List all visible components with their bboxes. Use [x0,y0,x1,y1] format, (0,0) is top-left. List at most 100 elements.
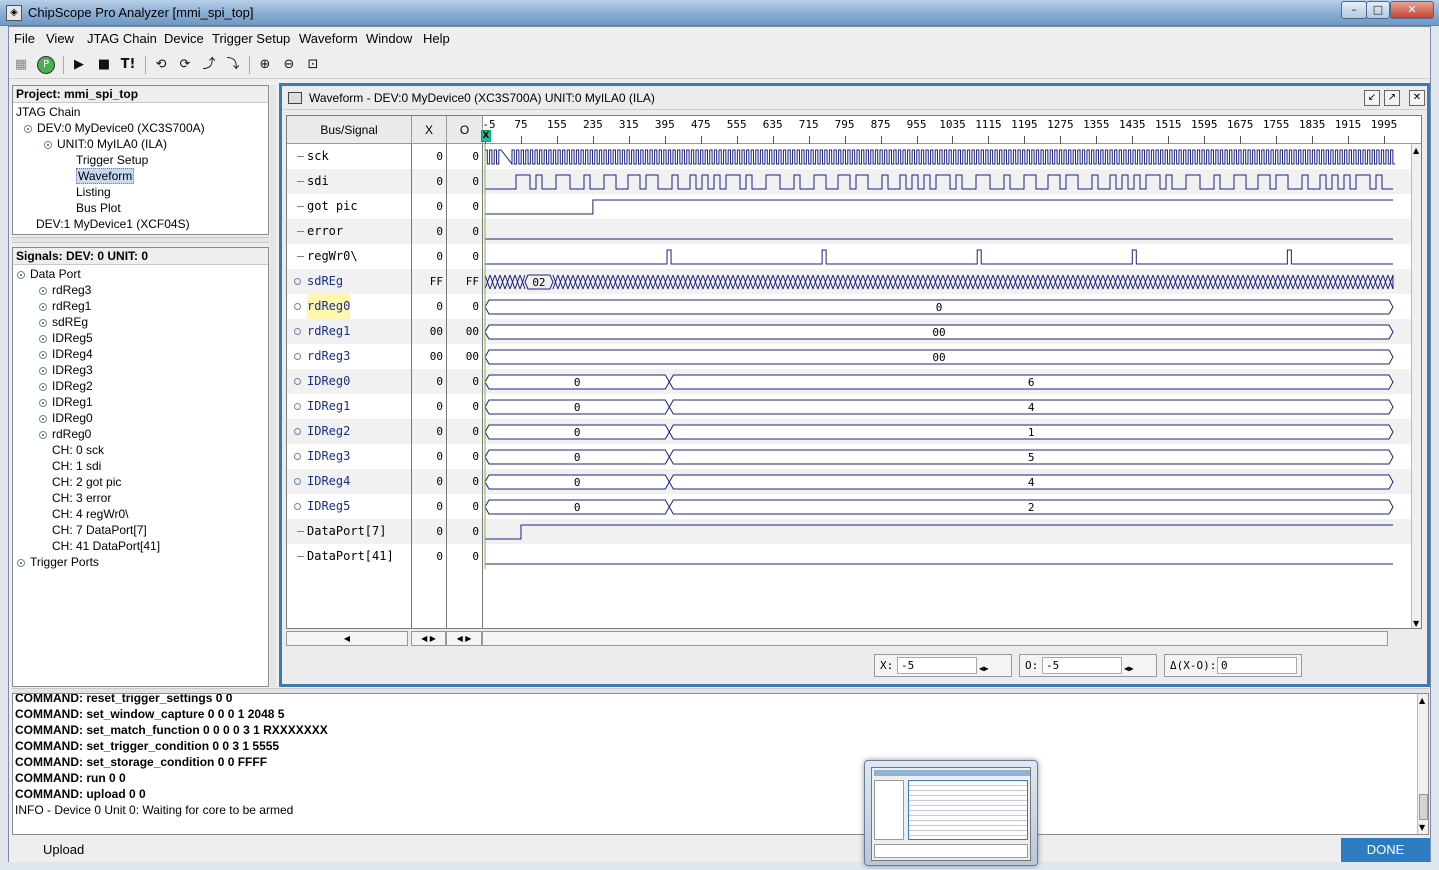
zoom-out-icon[interactable]: ⊖ [279,55,299,75]
scroll-down-icon[interactable]: ▼ [1413,619,1419,628]
menu-window[interactable]: Window [366,31,412,46]
chipscope-app-icon[interactable]: ◈ [6,5,22,21]
tree-expand-icon[interactable] [44,140,52,149]
zoom-fit-icon[interactable]: ⊡ [303,55,323,75]
o-horizontal-scrollbar[interactable]: ◀ ▶ [446,631,482,646]
signal-name-regwr0[interactable]: regWr0\ [307,244,358,269]
signal-name-idreg4[interactable]: IDReg4 [307,469,350,494]
signal-name-rdreg0[interactable]: rdReg0 [307,294,351,319]
scroll-up-icon[interactable]: ▲ [1413,146,1419,155]
name-horizontal-scrollbar[interactable]: ◀ [286,631,408,646]
horizontal-splitter[interactable] [12,237,269,243]
minimize-internal-icon[interactable]: ↙ [1364,90,1380,106]
signal-tree-item-ch-0-sck[interactable]: CH: 0 sck [52,443,104,458]
o-column-header[interactable]: O [447,116,483,144]
signal-name-sck[interactable]: sck [307,144,329,169]
tree-expand-icon[interactable] [24,124,32,133]
signal-name-idreg1[interactable]: IDReg1 [307,394,350,419]
tree-expand-icon[interactable] [39,350,47,359]
console-scroll-down-icon[interactable]: ▼ [1419,823,1425,832]
tree-expand-icon[interactable] [39,334,47,343]
nav-prev-icon[interactable]: ⟲ [151,55,171,75]
signal-tree-item-trigger-ports[interactable]: Trigger Ports [17,555,99,570]
trigger-immediate-icon[interactable]: T! [118,55,138,75]
bus-expand-icon[interactable] [294,353,301,360]
signal-name-got-pic[interactable]: got pic [307,194,358,219]
signal-tree-item-idreg4[interactable]: IDReg4 [39,347,93,362]
signal-name-sdreg[interactable]: sdREg [307,269,343,294]
nav-next-icon[interactable]: ⟳ [175,55,195,75]
maximize-button[interactable]: □ [1366,1,1390,19]
signal-name-idreg5[interactable]: IDReg5 [307,494,350,519]
signal-tree-item-idreg0[interactable]: IDReg0 [39,411,93,426]
menu-help[interactable]: Help [423,31,450,46]
nav-down-icon[interactable]: ⤵ [223,55,243,75]
tree-expand-icon[interactable] [39,302,47,311]
nav-up-icon[interactable]: ⤴ [199,55,219,75]
signal-tree-item-data-port[interactable]: Data Port [17,267,81,282]
waveform-canvas[interactable]: 02000000 60 40 10 50 40 2 [483,144,1411,629]
signal-name-dataport-41[interactable]: DataPort[41] [307,544,394,569]
cursor-x-marker-icon[interactable]: X [481,130,491,142]
x-column-header[interactable]: X [412,116,447,144]
x-cursor-input[interactable]: -5 [897,657,977,674]
minimize-button[interactable]: – [1341,1,1367,19]
signal-tree-item-ch-3-error[interactable]: CH: 3 error [52,491,111,506]
vertical-splitter[interactable] [270,85,276,687]
console-scroll-up-icon[interactable]: ▲ [1419,696,1425,705]
signal-tree-item-idreg3[interactable]: IDReg3 [39,363,93,378]
console-scroll-thumb[interactable] [1419,794,1428,820]
signal-tree-item-rdreg3[interactable]: rdReg3 [39,283,91,298]
signal-tree-item-ch-1-sdi[interactable]: CH: 1 sdi [52,459,101,474]
menu-trigger-setup[interactable]: Trigger Setup [212,31,290,46]
tree-expand-icon[interactable] [39,318,47,327]
o-cursor-stepper-icon[interactable]: ◀▶ [1124,658,1134,679]
menu-waveform[interactable]: Waveform [299,31,358,46]
close-internal-icon[interactable]: ✕ [1409,90,1425,106]
waveform-titlebar[interactable]: Waveform - DEV:0 MyDevice0 (XC3S700A) UN… [282,86,1427,110]
restore-internal-icon[interactable]: ↗ [1384,90,1400,106]
signal-tree-item-rdreg0[interactable]: rdReg0 [39,427,91,442]
time-ruler[interactable]: -5 75 155 235 315 395 475 555 635 715 795 875 955 103… [481,116,1421,144]
menu-jtag-chain[interactable]: JTAG Chain [87,31,157,46]
menu-view[interactable]: View [46,31,74,46]
signal-tree-item-ch-41-dataport-41[interactable]: CH: 41 DataPort[41] [52,539,160,554]
tree-expand-icon[interactable] [39,382,47,391]
signal-tree-item-idreg1[interactable]: IDReg1 [39,395,93,410]
waveform-vertical-scrollbar[interactable]: ▲ ▼ [1411,144,1421,628]
stop-icon[interactable]: ■ [94,55,114,75]
console-scrollbar[interactable]: ▲ ▼ [1417,694,1428,834]
run-icon[interactable]: ▶ [69,55,89,75]
signal-tree-item-rdreg1[interactable]: rdReg1 [39,299,91,314]
menu-device[interactable]: Device [164,31,204,46]
project-tree-item-waveform[interactable]: Waveform [76,168,135,184]
grid-icon[interactable]: ▦ [11,55,31,75]
bus-expand-icon[interactable] [294,478,301,485]
bus-expand-icon[interactable] [294,453,301,460]
play-circle-icon[interactable]: P [37,56,55,74]
tree-expand-icon[interactable] [39,398,47,407]
bus-expand-icon[interactable] [294,328,301,335]
signal-name-sdi[interactable]: sdi [307,169,329,194]
signal-name-idreg2[interactable]: IDReg2 [307,419,350,444]
signal-tree-item-sdreg[interactable]: sdREg [39,315,88,330]
tree-expand-icon[interactable] [39,414,47,423]
title-bar[interactable]: ◈ ChipScope Pro Analyzer [mmi_spi_top] –… [0,0,1439,26]
signal-tree-item-ch-4-regwr0[interactable]: CH: 4 regWr0\ [52,507,128,522]
tree-expand-icon[interactable] [39,430,47,439]
project-tree-item-bus-plot[interactable]: Bus Plot [76,201,121,216]
waveform-horizontal-scrollbar[interactable] [482,631,1388,646]
signal-tree-item-ch-2-got-pic[interactable]: CH: 2 got pic [52,475,121,490]
zoom-in-icon[interactable]: ⊕ [255,55,275,75]
signal-tree-item-idreg5[interactable]: IDReg5 [39,331,93,346]
project-tree-item-trigger-setup[interactable]: Trigger Setup [76,153,148,168]
bus-expand-icon[interactable] [294,403,301,410]
tree-expand-icon[interactable] [39,286,47,295]
signal-tree-item-ch-7-dataport-7[interactable]: CH: 7 DataPort[7] [52,523,147,538]
project-tree-item-listing[interactable]: Listing [76,185,111,200]
signal-name-idreg3[interactable]: IDReg3 [307,444,350,469]
bus-expand-icon[interactable] [294,278,301,285]
project-tree-item-jtag-chain[interactable]: JTAG Chain [16,105,80,120]
close-button[interactable]: ✕ [1390,1,1434,19]
signal-name-rdreg3[interactable]: rdReg3 [307,344,350,369]
